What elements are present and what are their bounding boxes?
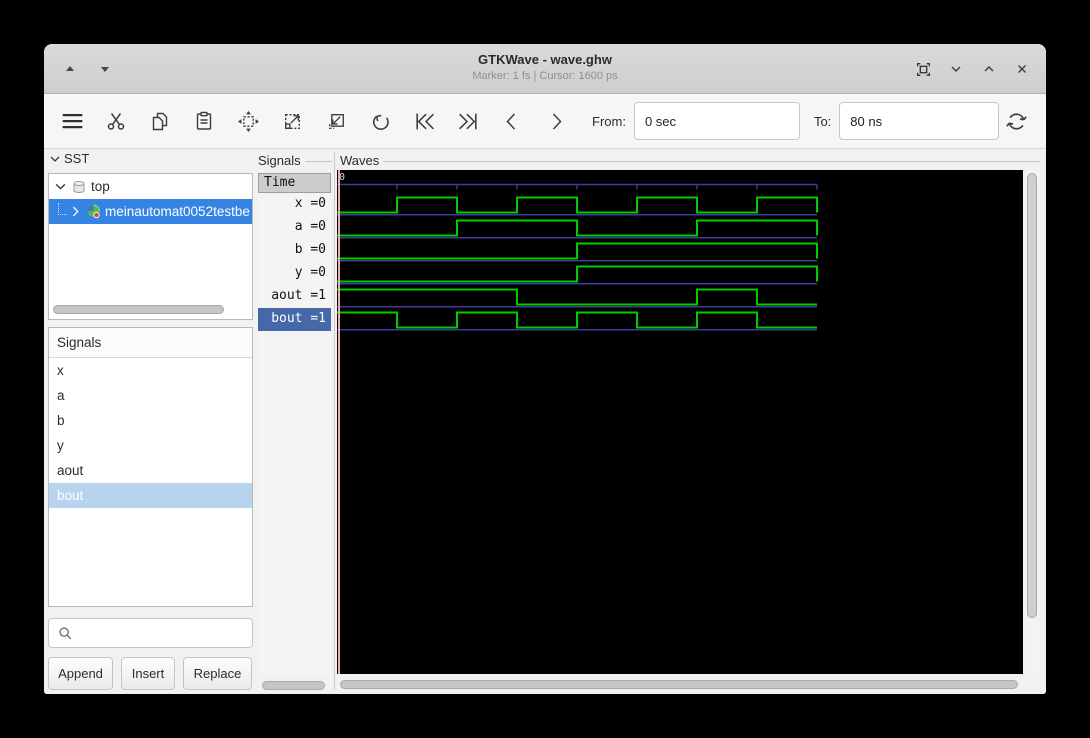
maximize-button[interactable] [977, 57, 1001, 81]
fullscreen-icon [916, 62, 930, 76]
reload-button[interactable] [1002, 107, 1030, 135]
list-item[interactable]: b [49, 408, 252, 433]
tree-node-label: top [91, 179, 110, 194]
entity-icon [87, 204, 100, 219]
go-to-end-icon [458, 113, 477, 129]
close-button[interactable] [1010, 57, 1034, 81]
waves-frame-label: Waves [340, 153, 1040, 168]
to-label: To: [813, 113, 832, 129]
next-edge-button[interactable] [542, 107, 570, 135]
scrollbar-thumb[interactable] [1027, 173, 1037, 618]
search-icon [59, 627, 72, 640]
toolbar: From: To: [44, 94, 1046, 149]
close-icon [1018, 65, 1026, 73]
sst-label: SST [64, 151, 90, 166]
pane-splitter[interactable] [334, 152, 335, 690]
to-input[interactable] [839, 102, 1000, 140]
signal-search-box[interactable] [48, 618, 253, 648]
chevron-down-icon [951, 66, 961, 72]
scrollbar-thumb[interactable] [340, 680, 1018, 689]
insert-button[interactable]: Insert [121, 657, 175, 690]
previous-edge-button[interactable] [498, 107, 526, 135]
zoom-fit-icon [237, 110, 259, 132]
replace-button[interactable]: Replace [183, 657, 252, 690]
fullscreen-button[interactable] [911, 57, 935, 81]
titlebar-up-button[interactable] [58, 57, 82, 81]
search-input[interactable] [73, 619, 252, 647]
zoom-in-icon [284, 113, 300, 129]
waves-horizontal-scrollbar[interactable] [337, 679, 1040, 693]
waves-frame-text: Waves [340, 153, 380, 168]
cut-button[interactable] [102, 107, 130, 135]
waveform-canvas[interactable]: 0 [337, 170, 1023, 674]
tree-connector [58, 202, 67, 215]
signal-list-header[interactable]: Signals [49, 328, 252, 358]
tree-node-top[interactable]: top [49, 174, 252, 199]
menu-button[interactable] [58, 107, 86, 135]
minimize-button[interactable] [944, 57, 968, 81]
frame-line [383, 160, 1040, 162]
paste-button[interactable] [190, 107, 218, 135]
sst-tree: top meinautomat0052testbe [48, 173, 253, 320]
list-item[interactable]: aout [49, 458, 252, 483]
append-button[interactable]: Append [48, 657, 113, 690]
zoom-fit-button[interactable] [234, 107, 262, 135]
reload-icon [1005, 112, 1027, 130]
tree-node-label: meinautomat0052testbe [105, 204, 250, 219]
value-row[interactable]: x =0 [258, 193, 331, 216]
copy-icon [152, 112, 168, 131]
tree-node-testbench[interactable]: meinautomat0052testbe [49, 199, 252, 224]
paste-icon [196, 111, 212, 130]
time-marker-line[interactable] [338, 170, 340, 674]
window-title: GTKWave - wave.ghw [478, 52, 612, 67]
titlebar-down-button[interactable] [93, 57, 117, 81]
previous-edge-icon [506, 112, 516, 130]
cut-icon [107, 113, 125, 130]
go-to-end-button[interactable] [454, 107, 482, 135]
signal-search-list: Signals x a b y aout bout [48, 327, 253, 607]
value-row[interactable]: a =0 [258, 216, 331, 239]
archive-icon [73, 180, 85, 193]
gtkwave-window: GTKWave - wave.ghw Marker: 1 fs | Cursor… [44, 44, 1046, 694]
values-frame-label: Signals [258, 153, 332, 168]
list-item-selected[interactable]: bout [49, 483, 252, 508]
from-label: From: [592, 113, 626, 129]
undo-icon [372, 114, 389, 130]
values-frame-text: Signals [258, 153, 301, 168]
marker-cursor-status: Marker: 1 fs | Cursor: 1600 ps [472, 70, 618, 82]
go-to-start-icon [415, 113, 434, 129]
main-content: SST top meinautomat0052testbe Signals x … [44, 150, 1046, 694]
time-column-header[interactable]: Time [258, 173, 331, 193]
menu-icon [62, 114, 82, 129]
list-item[interactable]: a [49, 383, 252, 408]
list-item[interactable]: y [49, 433, 252, 458]
values-horizontal-scrollbar[interactable] [262, 681, 325, 690]
frame-line [304, 160, 332, 162]
value-row[interactable]: aout =1 [258, 285, 331, 308]
next-edge-icon [552, 112, 562, 130]
sst-section-header[interactable]: SST [49, 151, 89, 166]
value-row[interactable]: y =0 [258, 262, 331, 285]
zoom-in-button[interactable] [278, 107, 306, 135]
titlebar: GTKWave - wave.ghw Marker: 1 fs | Cursor… [44, 44, 1046, 94]
waves-vertical-scrollbar[interactable] [1025, 170, 1040, 674]
undo-button[interactable] [366, 107, 394, 135]
chevron-up-icon [984, 66, 994, 72]
list-item[interactable]: x [49, 358, 252, 383]
value-row[interactable]: b =0 [258, 239, 331, 262]
expander-open-icon[interactable] [54, 180, 67, 193]
zoom-out-button[interactable] [322, 107, 350, 135]
zoom-out-icon [328, 113, 344, 129]
copy-button[interactable] [146, 107, 174, 135]
chevron-down-icon [50, 156, 60, 162]
from-input[interactable] [633, 102, 800, 140]
value-row-selected[interactable]: bout =1 [258, 308, 331, 331]
expander-closed-icon[interactable] [69, 205, 82, 218]
go-to-start-button[interactable] [410, 107, 438, 135]
triangle-down-icon [101, 67, 109, 72]
tree-horizontal-scrollbar[interactable] [53, 305, 224, 314]
triangle-up-icon [66, 66, 74, 71]
